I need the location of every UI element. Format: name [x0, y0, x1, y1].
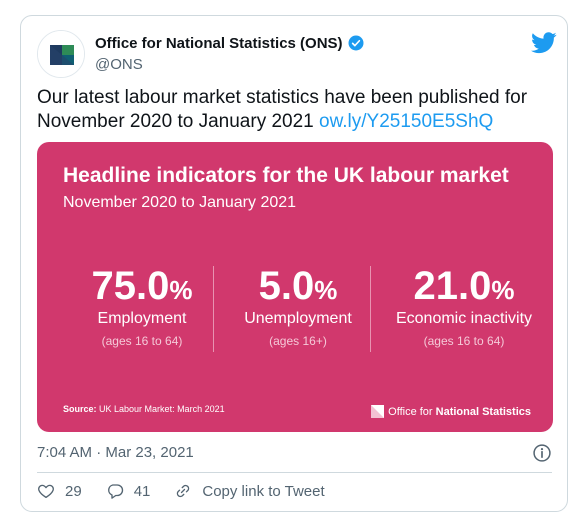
stat-label: Employment — [97, 310, 187, 327]
stat-value: 75.0 — [91, 264, 170, 308]
source-text: UK Labour Market: March 2021 — [99, 404, 225, 414]
tweet-text: Our latest labour market statistics have… — [37, 86, 552, 134]
stat-value: 5.0 — [258, 264, 315, 308]
stat-label: Economic inactivity — [395, 310, 533, 327]
tweet-media-image[interactable]: Headline indicators for the UK labour ma… — [37, 142, 553, 432]
stat-economic-inactivity: 21.0% Economic inactivity (ages 16 to 64… — [381, 264, 547, 348]
stat-note: (ages 16+) — [269, 334, 327, 348]
copy-link-label: Copy link to Tweet — [202, 482, 325, 500]
info-icon[interactable] — [532, 443, 552, 463]
stat-note: (ages 16 to 64) — [101, 334, 183, 348]
stat-value-row: 21.0% — [381, 264, 547, 308]
heart-icon — [38, 484, 54, 499]
stat-unemployment: 5.0% Unemployment (ages 16+) — [223, 264, 373, 348]
tweet-card: Office for National Statistics (ONS) @ON… — [20, 15, 568, 512]
tweet-actions: 29 41 Copy link to Tweet — [37, 482, 349, 500]
reply-button[interactable]: 41 — [106, 482, 151, 500]
like-button[interactable]: 29 — [37, 482, 82, 500]
author-handle[interactable]: @ONS — [95, 56, 143, 73]
tweet-link[interactable]: ow.ly/Y25150E5ShQ — [319, 111, 493, 132]
like-count: 29 — [65, 482, 82, 500]
reply-count: 41 — [133, 482, 151, 500]
stat-employment: 75.0% Employment (ages 16 to 64) — [67, 264, 217, 348]
link-icon — [177, 484, 190, 498]
twitter-bird-icon[interactable] — [531, 32, 557, 54]
copy-link-button[interactable]: Copy link to Tweet — [174, 482, 325, 500]
media-source: Source: UK Labour Market: March 2021 — [63, 404, 225, 414]
ons-mini-logo-icon — [371, 405, 385, 418]
stat-note: (ages 16 to 64) — [423, 334, 505, 348]
stat-divider — [370, 266, 371, 352]
reply-bubble-icon — [107, 484, 123, 499]
stat-unit: % — [491, 275, 515, 305]
stat-label: Unemployment — [244, 310, 352, 327]
media-subtitle: November 2020 to January 2021 — [63, 194, 297, 211]
ons-media-logo: Office for National Statistics — [371, 405, 531, 418]
media-title: Headline indicators for the UK labour ma… — [63, 164, 509, 187]
stat-unit: % — [314, 275, 338, 305]
logo-text: Office for National Statistics — [388, 406, 531, 418]
tweet-timestamp[interactable]: 7:04 AM · Mar 23, 2021 — [37, 444, 194, 461]
source-label: Source: — [63, 404, 97, 414]
stat-value-row: 75.0% — [67, 264, 217, 308]
stat-unit: % — [169, 275, 193, 305]
author-display-name[interactable]: Office for National Statistics (ONS) — [95, 35, 343, 52]
logo-text-bold: National Statistics — [435, 405, 531, 418]
profile-avatar[interactable] — [37, 30, 85, 78]
ons-logo-icon — [38, 31, 84, 77]
stat-value: 21.0 — [413, 264, 492, 308]
verified-badge-icon — [348, 35, 364, 51]
actions-separator — [37, 472, 552, 473]
author-name-row: Office for National Statistics (ONS) — [95, 34, 365, 52]
logo-text-normal: Office for — [388, 405, 436, 418]
stat-value-row: 5.0% — [223, 264, 373, 308]
stat-divider — [213, 266, 214, 352]
